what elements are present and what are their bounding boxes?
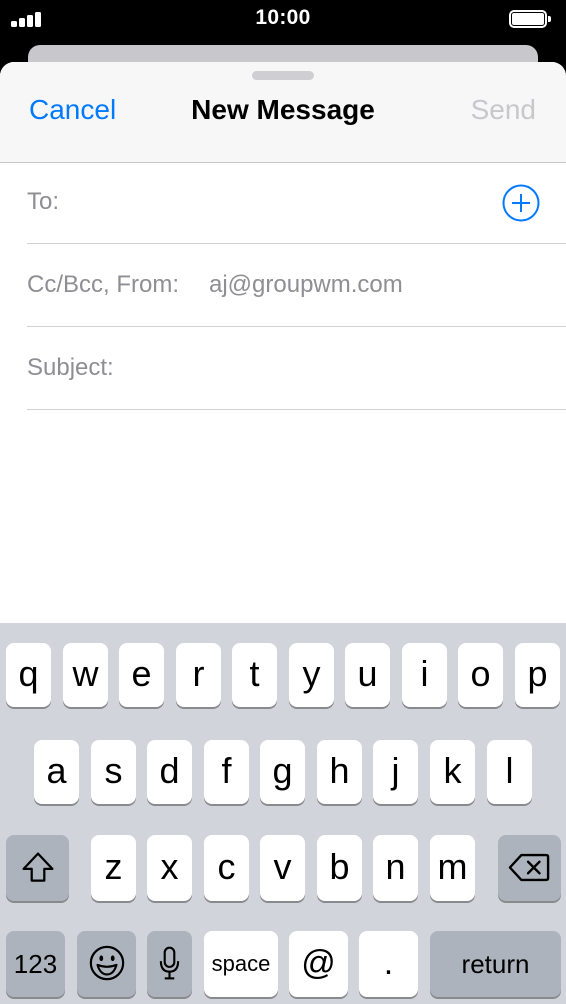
microphone-icon [159,946,180,980]
keyboard: q w e r t y u i o p a s d f g h j k l z … [0,623,566,1004]
key-l[interactable]: l [487,740,532,804]
key-a[interactable]: a [34,740,79,804]
delete-icon [508,853,550,882]
send-button[interactable]: Send [471,94,536,126]
return-key[interactable]: return [430,931,561,997]
add-contact-icon[interactable] [502,184,540,222]
battery-icon [509,10,552,28]
key-i[interactable]: i [402,643,447,707]
key-o[interactable]: o [458,643,503,707]
key-b[interactable]: b [317,835,362,901]
cc-bcc-from-field[interactable]: Cc/Bcc, From: aj@groupwm.com [27,245,566,327]
key-u[interactable]: u [345,643,390,707]
key-p[interactable]: p [515,643,560,707]
status-time: 10:00 [255,6,311,29]
key-s[interactable]: s [91,740,136,804]
subject-label: Subject: [27,354,114,381]
key-t[interactable]: t [232,643,277,707]
numbers-key[interactable]: 123 [6,931,65,997]
key-z[interactable]: z [91,835,136,901]
compose-header: Cancel New Message Send [0,62,566,163]
key-y[interactable]: y [289,643,334,707]
key-v[interactable]: v [260,835,305,901]
sheet-grabber[interactable] [252,71,314,80]
status-bar: 10:00 [0,0,566,40]
key-k[interactable]: k [430,740,475,804]
key-w[interactable]: w [63,643,108,707]
to-field[interactable]: To: [27,162,566,244]
delete-key[interactable] [498,835,561,901]
key-r[interactable]: r [176,643,221,707]
key-e[interactable]: e [119,643,164,707]
key-h[interactable]: h [317,740,362,804]
key-c[interactable]: c [204,835,249,901]
subject-field[interactable]: Subject: [27,328,566,410]
period-key[interactable]: . [359,931,418,997]
key-j[interactable]: j [373,740,418,804]
key-d[interactable]: d [147,740,192,804]
cc-bcc-from-label: Cc/Bcc, From: [27,271,180,298]
space-key[interactable]: space [204,931,278,997]
from-address: aj@groupwm.com [209,271,403,298]
key-q[interactable]: q [6,643,51,707]
key-f[interactable]: f [204,740,249,804]
dictation-key[interactable] [147,931,192,997]
emoji-key[interactable] [77,931,136,997]
key-m[interactable]: m [430,835,475,901]
to-label: To: [27,188,60,215]
key-x[interactable]: x [147,835,192,901]
shift-icon [22,852,54,882]
at-key[interactable]: @ [289,931,348,997]
key-n[interactable]: n [373,835,418,901]
shift-key[interactable] [6,835,69,901]
key-g[interactable]: g [260,740,305,804]
emoji-icon [89,945,125,981]
